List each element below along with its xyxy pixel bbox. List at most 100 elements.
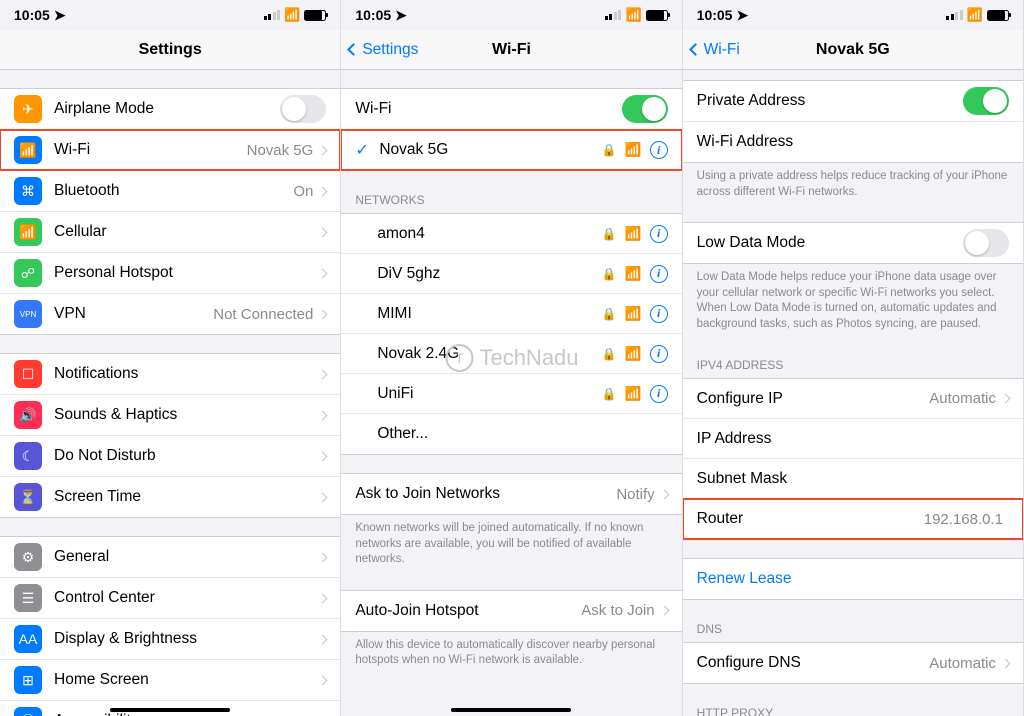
chevron-right-icon <box>318 634 328 644</box>
page-title: Novak 5G <box>816 41 890 59</box>
info-icon[interactable]: i <box>650 385 668 403</box>
auto-label: Auto-Join Hotspot <box>355 602 581 620</box>
network-row[interactable]: MIMI🔒📶i <box>341 294 681 334</box>
connected-network-name: Novak 5G <box>379 141 602 159</box>
row-label: Wi-Fi <box>54 141 247 159</box>
wifi-strength-icon: 📶 <box>625 142 642 158</box>
subnet-mask-row: Subnet Mask <box>683 459 1023 499</box>
ask-to-join-row[interactable]: Ask to Join Networks Notify <box>341 474 681 514</box>
accessibility-icon: ⦿ <box>14 707 42 716</box>
chevron-left-icon <box>347 43 360 56</box>
settings-row-do-not-disturb[interactable]: ☾Do Not Disturb <box>0 436 340 477</box>
cellular-signal-icon <box>264 10 281 20</box>
info-icon[interactable]: i <box>650 345 668 363</box>
row-value: Not Connected <box>213 306 313 323</box>
lock-icon: 🔒 <box>602 267 617 281</box>
auto-join-row[interactable]: Auto-Join Hotspot Ask to Join <box>341 591 681 631</box>
wifi-address-label: Wi-Fi Address <box>697 133 1009 151</box>
chevron-right-icon <box>318 593 328 603</box>
low-data-toggle[interactable] <box>963 229 1009 257</box>
row-value: On <box>293 183 313 200</box>
low-data-row[interactable]: Low Data Mode <box>683 223 1023 263</box>
settings-row-home-screen[interactable]: ⊞Home Screen <box>0 660 340 701</box>
chevron-right-icon <box>318 145 328 155</box>
network-row[interactable]: UniFi🔒 📶 i <box>341 374 681 414</box>
settings-row-bluetooth[interactable]: ⌘BluetoothOn <box>0 171 340 212</box>
settings-row-display-brightness[interactable]: AADisplay & Brightness <box>0 619 340 660</box>
configure-ip-value: Automatic <box>929 390 996 407</box>
ask-footer: Known networks will be joined automatica… <box>341 515 681 572</box>
toggle[interactable] <box>280 95 326 123</box>
wifi-status-icon: 📶 <box>967 7 983 23</box>
wifi-strength-icon: 📶 <box>625 386 642 402</box>
network-name: UniFi <box>377 385 602 403</box>
lock-icon: 🔒 <box>602 143 617 157</box>
nav-header: Settings <box>0 30 340 70</box>
notifications-icon: ☐ <box>14 360 42 388</box>
row-label: Cellular <box>54 223 319 241</box>
settings-row-control-center[interactable]: ☰Control Center <box>0 578 340 619</box>
back-button[interactable]: Settings <box>349 41 418 59</box>
lock-icon: 🔒 <box>602 347 617 361</box>
lock-icon: 🔒 <box>602 307 617 321</box>
settings-panel: 10:05 ➤ 📶 Settings ✈︎Airplane Mode📶Wi-Fi… <box>0 0 341 716</box>
networks-header: NETWORKS <box>341 189 681 213</box>
cellular-signal-icon <box>605 10 622 20</box>
info-icon[interactable]: i <box>650 305 668 323</box>
settings-row-cellular[interactable]: 📶Cellular <box>0 212 340 253</box>
wifi-toggle[interactable] <box>622 95 668 123</box>
row-label: Home Screen <box>54 671 319 689</box>
settings-row-vpn[interactable]: VPNVPNNot Connected <box>0 294 340 334</box>
wifi-status-icon: 📶 <box>625 7 641 23</box>
chevron-right-icon <box>318 675 328 685</box>
settings-row-screen-time[interactable]: ⏳Screen Time <box>0 477 340 517</box>
low-data-label: Low Data Mode <box>697 234 963 252</box>
settings-row-personal-hotspot[interactable]: ☍Personal Hotspot <box>0 253 340 294</box>
private-address-toggle[interactable] <box>963 87 1009 115</box>
home-indicator[interactable] <box>110 708 230 712</box>
network-row[interactable]: amon4🔒📶i <box>341 214 681 254</box>
settings-row-sounds-haptics[interactable]: 🔊Sounds & Haptics <box>0 395 340 436</box>
network-row[interactable]: DiV 5ghz🔒📶i <box>341 254 681 294</box>
page-title: Wi-Fi <box>492 41 531 59</box>
chevron-right-icon <box>318 492 328 502</box>
wifi-toggle-row[interactable]: Wi-Fi <box>341 89 681 130</box>
other-network-row[interactable]: Other... <box>341 414 681 454</box>
router-label: Router <box>697 510 924 528</box>
row-label: Do Not Disturb <box>54 447 319 465</box>
private-address-row[interactable]: Private Address <box>683 81 1023 122</box>
router-row: Router 192.168.0.1 <box>683 499 1023 539</box>
settings-row-wi-fi[interactable]: 📶Wi-FiNovak 5G <box>0 130 340 171</box>
renew-lease-row[interactable]: Renew Lease <box>683 559 1023 599</box>
info-icon[interactable]: i <box>650 141 668 159</box>
network-detail-panel: 10:05➤ 📶 Wi-Fi Novak 5G Private Address … <box>683 0 1024 716</box>
sounds-icon: 🔊 <box>14 401 42 429</box>
location-icon: ➤ <box>736 7 748 24</box>
chevron-right-icon <box>318 227 328 237</box>
network-name: MIMI <box>377 305 602 323</box>
settings-row-notifications[interactable]: ☐Notifications <box>0 354 340 395</box>
wifi-strength-icon: 📶 <box>625 226 642 242</box>
row-label: Accessibility <box>54 712 319 716</box>
wifi-toggle-label: Wi-Fi <box>355 100 621 118</box>
home-indicator[interactable] <box>451 708 571 712</box>
battery-icon <box>304 10 326 21</box>
row-label: Screen Time <box>54 488 319 506</box>
back-button[interactable]: Wi-Fi <box>691 41 740 59</box>
network-name: DiV 5ghz <box>377 265 602 283</box>
ask-label: Ask to Join Networks <box>355 485 616 503</box>
chevron-right-icon <box>318 451 328 461</box>
connected-network-row[interactable]: ✓ Novak 5G 🔒 📶 i <box>341 130 681 170</box>
configure-ip-row[interactable]: Configure IP Automatic <box>683 379 1023 419</box>
info-icon[interactable]: i <box>650 225 668 243</box>
configure-dns-row[interactable]: Configure DNS Automatic <box>683 643 1023 683</box>
auto-footer: Allow this device to automatically disco… <box>341 632 681 673</box>
ip-address-row: IP Address <box>683 419 1023 459</box>
info-icon[interactable]: i <box>650 265 668 283</box>
battery-icon <box>987 10 1009 21</box>
lock-icon: 🔒 <box>602 387 617 401</box>
network-row[interactable]: Novak 2.4G🔒📶i <box>341 334 681 374</box>
settings-row-airplane-mode[interactable]: ✈︎Airplane Mode <box>0 89 340 130</box>
chevron-right-icon <box>1001 658 1011 668</box>
settings-row-general[interactable]: ⚙︎General <box>0 537 340 578</box>
